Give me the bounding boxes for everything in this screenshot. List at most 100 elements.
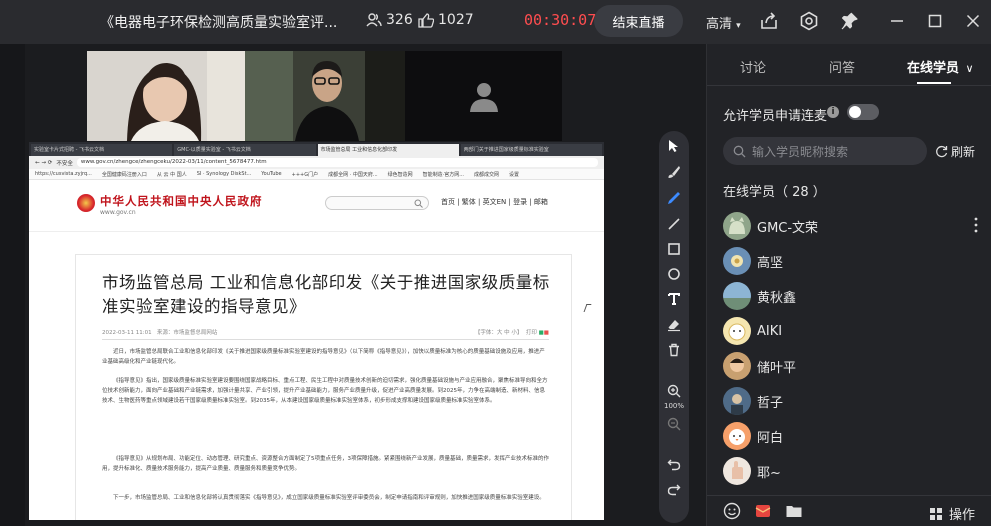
member-item[interactable]: 哲子 xyxy=(723,386,983,416)
browser-tab[interactable]: 实验室卡片式招聘 - 飞书云文档 xyxy=(31,144,173,156)
more-options-icon[interactable] xyxy=(973,217,979,233)
gov-site-name[interactable]: 中华人民共和国中央人民政府 xyxy=(100,193,263,209)
child-avatar xyxy=(723,352,751,380)
member-item[interactable]: 储叶平 xyxy=(723,351,983,381)
student-search-input[interactable]: 输入学员昵称搜索 xyxy=(723,137,927,165)
browser-tab-active[interactable]: 市场监管总局 工业和信息化部印发 xyxy=(317,144,459,156)
line-tool-icon[interactable] xyxy=(659,213,689,235)
zoom-out-icon[interactable] xyxy=(659,413,689,435)
brush-tool-icon[interactable] xyxy=(659,161,689,183)
pin-icon[interactable] xyxy=(838,10,860,32)
browser-tab-strip: 实验室卡片式招聘 - 飞书云文档 GMC-以质量实验室 - 飞书云文档 市场监管… xyxy=(29,142,604,156)
url-field[interactable]: www.gov.cn/zhengce/zhengceku/2022-03/11/… xyxy=(76,158,598,167)
member-name: AIKI xyxy=(757,323,783,339)
bookmark[interactable]: SI · Synology DiskSt... xyxy=(197,171,252,177)
article-paragraph: 《指导意见》指出，国家级质量标准实验室建设要围绕国家战略目标、重点工程、民生工程… xyxy=(102,378,548,404)
panel-tabs: 讨论 问答 在线学员 ∨ xyxy=(707,44,991,86)
tab-discussion[interactable]: 讨论 xyxy=(740,57,766,76)
gov-site-header: 中华人民共和国中央人民政府 www.gov.cn 首页 | 繁体 | 英文EN … xyxy=(29,180,604,232)
live-timer: 00:30:07 xyxy=(524,11,597,29)
article-date: 2022-03-11 11:01 xyxy=(102,330,152,336)
bookmark[interactable]: 智能制造·官方网... xyxy=(423,171,464,178)
hand-avatar xyxy=(723,457,751,485)
tab-online-students[interactable]: 在线学员 ∨ xyxy=(907,57,974,76)
nav-arrows-icon[interactable]: ← → ⟳ xyxy=(35,160,52,166)
browser-tab[interactable]: GMC-以质量实验室 - 飞书云文档 xyxy=(174,144,316,156)
font-size-control[interactable]: 【字体：大 中 小】 xyxy=(475,330,523,336)
close-icon[interactable] xyxy=(962,10,984,32)
camera-feed-guest[interactable] xyxy=(245,51,405,141)
allow-connect-toggle[interactable] xyxy=(847,104,879,120)
bookmark[interactable]: 成都成交网 xyxy=(474,171,499,178)
weibo-share-icon[interactable]: ■ xyxy=(544,330,549,336)
online-students-count: 在线学员（ 28 ） xyxy=(723,185,826,200)
bookmark[interactable]: https://cusvista.zyjrq... xyxy=(35,171,92,177)
member-name: 储叶平 xyxy=(757,360,797,376)
emoji-icon[interactable] xyxy=(723,502,741,520)
rectangle-tool-icon[interactable] xyxy=(659,238,689,260)
quality-select[interactable]: 高清 ▾ xyxy=(706,13,741,32)
bookmark[interactable]: 成都全网 · 中国天府... xyxy=(328,171,378,178)
article: 市场监管总局 工业和信息化部印发《关于推进国家级质量标准实验室建设的指导意见》 … xyxy=(75,254,572,520)
member-item[interactable]: GMC-文荣 xyxy=(723,211,983,241)
member-name: GMC-文荣 xyxy=(757,220,819,236)
tab-online-students-label: 在线学员 xyxy=(907,61,960,76)
shared-screen[interactable]: 实验室卡片式招聘 - 飞书云文档 GMC-以质量实验室 - 飞书云文档 市场监管… xyxy=(29,142,604,520)
quality-label: 高清 xyxy=(706,17,733,32)
operations-button[interactable]: 操作 xyxy=(929,504,975,523)
zoom-in-icon[interactable] xyxy=(659,380,689,402)
browser-tab[interactable]: 两部门关于推进国家级质量标准实验室 xyxy=(460,144,602,156)
member-item[interactable]: 阿白 xyxy=(723,421,983,451)
landscape-avatar xyxy=(723,282,751,310)
eraser-tool-icon[interactable] xyxy=(659,314,689,336)
info-icon[interactable]: i xyxy=(827,106,839,118)
circle-tool-icon[interactable] xyxy=(659,263,689,285)
gov-search-input[interactable] xyxy=(325,196,429,210)
print-link[interactable]: 打印 xyxy=(526,330,537,336)
undo-icon[interactable] xyxy=(659,453,689,475)
member-item[interactable]: 高坚 xyxy=(723,246,983,276)
member-name: 高坚 xyxy=(757,255,784,271)
bookmark[interactable]: 设置 xyxy=(509,171,519,178)
member-item[interactable]: AIKI xyxy=(723,316,983,346)
red-envelope-icon[interactable] xyxy=(754,502,772,520)
search-placeholder: 输入学员昵称搜索 xyxy=(752,144,849,159)
panel-footer: 操作 xyxy=(707,495,991,526)
chevron-down-icon: ▾ xyxy=(736,21,741,31)
maximize-icon[interactable] xyxy=(924,10,946,32)
camera-feed-host[interactable] xyxy=(87,51,245,141)
chick-avatar xyxy=(723,422,751,450)
minimize-icon[interactable] xyxy=(886,10,908,32)
end-live-button[interactable]: 结束直播 xyxy=(594,5,683,37)
pointer-tool-icon[interactable] xyxy=(659,135,689,157)
tab-qa[interactable]: 问答 xyxy=(829,57,855,76)
like-count: 1027 xyxy=(418,12,474,28)
toggle-knob xyxy=(849,106,861,118)
member-name: 黄秋鑫 xyxy=(757,290,797,306)
member-item[interactable]: 黄秋鑫 xyxy=(723,281,983,311)
redo-icon[interactable] xyxy=(659,478,689,500)
member-name: 哲子 xyxy=(757,395,784,411)
camera-feed-empty[interactable] xyxy=(405,51,562,141)
bookmark[interactable]: 全国健康码注册入口 xyxy=(102,171,147,178)
folder-icon[interactable] xyxy=(785,502,803,520)
article-title: 市场监管总局 工业和信息化部印发《关于推进国家级质量标准实验室建设的指导意见》 xyxy=(102,273,550,316)
bookmark[interactable]: +++G门户 xyxy=(292,171,318,178)
bookmark[interactable]: 绿色智造网 xyxy=(388,171,413,178)
bookmark[interactable]: YouTube xyxy=(261,171,281,177)
article-paragraph: 下一步，市场监管总局、工业和信息化部将认真贯彻落实《指导意见》，成立国家级质量标… xyxy=(113,495,545,501)
trash-tool-icon[interactable] xyxy=(659,339,689,361)
article-paragraph: 近日，市场监管总局联合工业和信息化部印发《关于推进国家级质量标准实验室建设的指导… xyxy=(102,349,545,365)
gov-nav-links[interactable]: 首页 | 繁体 | 英文EN | 登录 | 邮箱 xyxy=(441,197,548,207)
member-item[interactable]: 耶~ xyxy=(723,456,983,486)
share-icon[interactable] xyxy=(758,10,780,32)
zoom-level: 100% xyxy=(663,402,684,410)
left-gutter xyxy=(0,44,25,526)
title-bar: 《电器电子环保检测高质量实验室评... 326 1027 00:30:07 结束… xyxy=(0,0,991,44)
settings-icon[interactable] xyxy=(798,10,820,32)
refresh-button[interactable]: 刷新 xyxy=(935,143,975,160)
bookmark[interactable]: 从 云 中 国人 xyxy=(157,171,187,178)
text-tool-icon[interactable] xyxy=(659,288,689,310)
search-icon xyxy=(414,199,423,208)
pen-tool-icon[interactable] xyxy=(659,187,689,209)
